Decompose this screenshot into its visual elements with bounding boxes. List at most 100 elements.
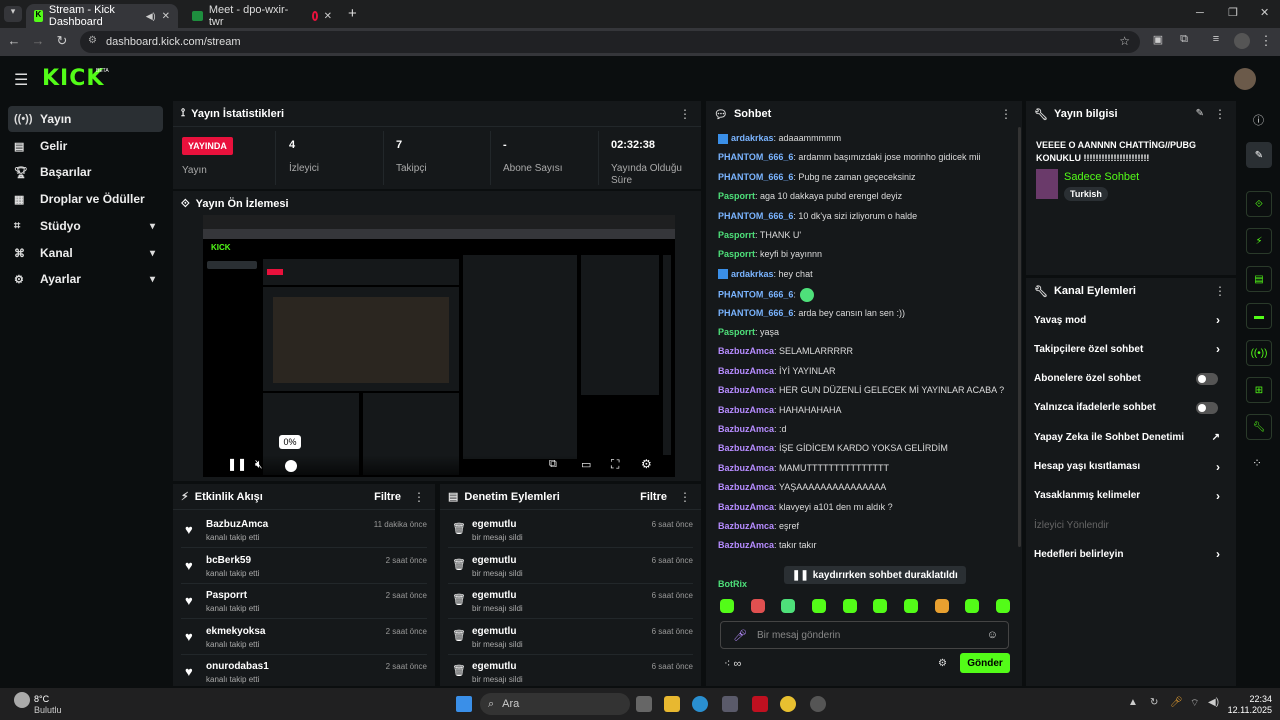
- chat-username[interactable]: BazbuzAmca: [718, 443, 774, 453]
- filter-button[interactable]: Filtre: [374, 491, 401, 503]
- address-bar[interactable]: ⚙ dashboard.kick.com/stream ☆: [80, 31, 1140, 53]
- app-icon[interactable]: [810, 696, 826, 712]
- minimize-icon[interactable]: ─: [1196, 7, 1204, 19]
- emote-icon[interactable]: [811, 599, 826, 613]
- channel-action-row[interactable]: Yapay Zeka ile Sohbet Denetimi ↗: [1034, 425, 1224, 449]
- theater-icon[interactable]: ▭: [581, 458, 591, 471]
- activity-user[interactable]: Pasporrt: [206, 590, 247, 601]
- chat-username[interactable]: Pasporrt: [718, 230, 755, 240]
- toggle-switch[interactable]: [1196, 372, 1218, 385]
- moderation-row[interactable]: 🗑︎ egemutlu bir mesajı sildi 6 saat önce: [448, 656, 693, 686]
- moderation-row[interactable]: 🗑︎ egemutlu bir mesajı sildi 6 saat önce: [448, 550, 693, 584]
- chat-username[interactable]: BazbuzAmca: [718, 482, 774, 492]
- channel-action-row[interactable]: Yavaş mod ›: [1034, 308, 1224, 332]
- wifi-icon[interactable]: ⌔: [1190, 697, 1199, 710]
- moderation-user[interactable]: egemutlu: [472, 590, 516, 601]
- channel-action-row[interactable]: Yasaklanmış kelimeler ›: [1034, 484, 1224, 508]
- activity-row[interactable]: ♥ onurodabas1 kanalı takip etti 2 saat önce: [181, 656, 427, 686]
- maximize-icon[interactable]: ❐: [1228, 6, 1238, 19]
- new-tab-button[interactable]: +: [348, 5, 357, 22]
- category-link[interactable]: Sadece Sohbet: [1064, 171, 1139, 183]
- more-options-icon[interactable]: ⋮: [1214, 284, 1226, 298]
- clock-time[interactable]: 22:34: [1232, 694, 1272, 704]
- chat-settings-icon[interactable]: ⚙: [938, 658, 947, 669]
- pip-icon[interactable]: ⧉: [549, 458, 557, 471]
- site-info-icon[interactable]: ⚙: [88, 35, 97, 46]
- sidebar-item-studyo[interactable]: ⌗ Stüdyo ▾: [8, 213, 163, 239]
- chat-username[interactable]: BotRix: [718, 579, 747, 589]
- moderation-row[interactable]: 🗑︎ egemutlu bir mesajı sildi 6 saat önce: [448, 621, 693, 655]
- sidebar-item-kanal[interactable]: ⌘ Kanal ▾: [8, 240, 163, 266]
- file-explorer-icon[interactable]: [664, 696, 680, 712]
- emote-icon[interactable]: [995, 599, 1010, 613]
- send-button[interactable]: Gönder: [960, 653, 1010, 673]
- weather-icon[interactable]: [14, 692, 30, 708]
- chat-username[interactable]: BazbuzAmca: [718, 463, 774, 473]
- channel-action-row[interactable]: Abonelere özel sohbet: [1034, 367, 1224, 391]
- extension-icon[interactable]: ▣: [1148, 33, 1168, 46]
- start-button[interactable]: [456, 696, 472, 712]
- chat-username[interactable]: Pasporrt: [718, 191, 755, 201]
- chat-username[interactable]: PHANTOM_666_6: [718, 211, 793, 221]
- sidebar-item-gelir[interactable]: ▤ Gelir: [8, 133, 163, 159]
- volume-slider-handle[interactable]: [285, 460, 297, 472]
- emoji-icon[interactable]: ☺: [987, 629, 998, 641]
- pause-icon[interactable]: ❚❚: [227, 457, 247, 471]
- video-player[interactable]: KICK 0% ❚❚ 🔇︎ ⧉ ▭ ⛶ ⚙: [203, 215, 675, 477]
- apps-icon[interactable]: ⁘: [1252, 456, 1262, 470]
- emote-icon[interactable]: [873, 599, 888, 613]
- more-options-icon[interactable]: ⋮: [1000, 107, 1012, 121]
- sidebar-item-ayarlar[interactable]: ⚙ Ayarlar ▾: [8, 266, 163, 292]
- edit-icon[interactable]: ✎: [1246, 142, 1272, 168]
- url-text[interactable]: dashboard.kick.com/stream: [106, 36, 241, 48]
- tab-groups-icon[interactable]: ≡: [1206, 33, 1226, 45]
- close-window-icon[interactable]: ✕: [1260, 6, 1269, 19]
- activity-row[interactable]: ♥ bcBerk59 kanalı takip etti 2 saat önce: [181, 550, 427, 584]
- chat-username[interactable]: PHANTOM_666_6: [718, 152, 793, 162]
- chat-paused-notice[interactable]: ❚❚ kaydırırken sohbet duraklatıldı: [784, 566, 966, 584]
- hamburger-icon[interactable]: ☰: [14, 70, 28, 90]
- activity-row[interactable]: ♥ BazbuzAmca kanalı takip etti 11 dakika ön…: [181, 514, 427, 548]
- activity-row[interactable]: ♥ Pasporrt kanalı takip etti 2 saat önce: [181, 585, 427, 619]
- mute-icon[interactable]: 🔇︎: [255, 457, 263, 472]
- sync-icon[interactable]: ↻: [1150, 697, 1158, 708]
- toggle-switch[interactable]: [1196, 401, 1218, 414]
- volume-icon[interactable]: ◀): [1208, 697, 1219, 708]
- emote-icon[interactable]: [750, 599, 765, 613]
- channel-action-row[interactable]: Hesap yaşı kısıtlaması ›: [1034, 455, 1224, 479]
- tray-chevron-icon[interactable]: ▲: [1128, 697, 1138, 708]
- chat-username[interactable]: BazbuzAmca: [718, 424, 774, 434]
- moderation-user[interactable]: egemutlu: [472, 555, 516, 566]
- menu-icon[interactable]: ⋮: [1256, 33, 1276, 49]
- activity-user[interactable]: onurodabas1: [206, 661, 269, 672]
- info-icon[interactable]: ⓘ: [1253, 112, 1264, 128]
- netflix-icon[interactable]: [752, 696, 768, 712]
- filter-button[interactable]: Filtre: [640, 491, 667, 503]
- more-options-icon[interactable]: ⋮: [1214, 107, 1226, 121]
- tab-third[interactable]: ✕: [304, 4, 340, 28]
- chat-username[interactable]: BazbuzAmca: [718, 346, 774, 356]
- chat-scrollbar[interactable]: [1018, 127, 1021, 547]
- chat-username[interactable]: BazbuzAmca: [718, 502, 774, 512]
- moderation-user[interactable]: egemutlu: [472, 661, 516, 672]
- chat-username[interactable]: BazbuzAmca: [718, 405, 774, 415]
- profile-avatar[interactable]: [1234, 33, 1250, 49]
- chat-input-box[interactable]: 🎤︎ Bir mesaj gönderin ☺: [720, 621, 1009, 649]
- emote-icon[interactable]: [781, 599, 796, 613]
- moderation-row[interactable]: 🗑︎ egemutlu bir mesajı sildi 6 saat önce: [448, 585, 693, 619]
- tab-meet[interactable]: Meet - dpo-wxir-twr: [184, 4, 302, 28]
- moderation-icon[interactable]: ⊞: [1246, 377, 1272, 403]
- edit-pencil-icon[interactable]: ✎: [1196, 108, 1204, 119]
- clock-date[interactable]: 12.11.2025: [1222, 705, 1272, 715]
- chat-bubble-icon[interactable]: ▬: [1246, 303, 1272, 329]
- bookmark-star-icon[interactable]: ☆: [1119, 34, 1130, 48]
- chat-username[interactable]: ardakrkas: [731, 269, 774, 279]
- activity-user[interactable]: bcBerk59: [206, 555, 251, 566]
- wrench-icon[interactable]: 🔧︎: [1246, 414, 1272, 440]
- broadcast-icon[interactable]: ((•)): [1246, 340, 1272, 366]
- forward-icon[interactable]: →: [28, 33, 48, 48]
- microphone-icon[interactable]: 🎤︎: [1170, 697, 1183, 708]
- tab-kick-dashboard[interactable]: K Stream - Kick Dashboard ◀) ✕: [26, 4, 178, 28]
- moderation-user[interactable]: egemutlu: [472, 626, 516, 637]
- more-options-icon[interactable]: ⋮: [413, 490, 425, 504]
